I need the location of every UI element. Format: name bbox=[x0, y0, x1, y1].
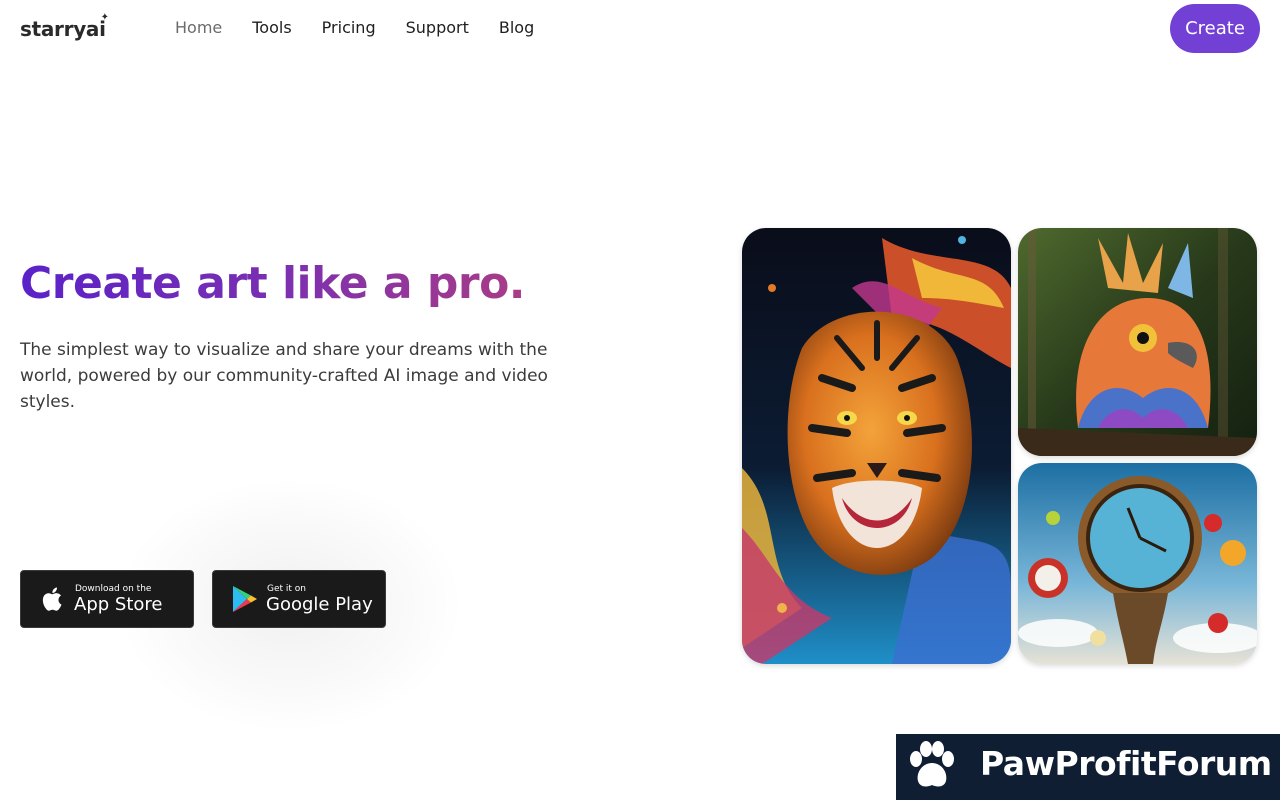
gallery-image-bird bbox=[1018, 228, 1257, 456]
nav-item-blog[interactable]: Blog bbox=[499, 18, 534, 37]
create-button[interactable]: Create bbox=[1170, 4, 1260, 53]
hero-subtitle: The simplest way to visualize and share … bbox=[20, 340, 548, 412]
logo-text: starryai bbox=[20, 17, 106, 41]
nav-item-pricing[interactable]: Pricing bbox=[322, 18, 376, 37]
hero-title: Create art like a pro. bbox=[20, 258, 526, 309]
watermark-text: PawProfitForum bbox=[980, 744, 1272, 783]
main-nav: Home Tools Pricing Support Blog bbox=[175, 18, 534, 37]
sparkle-icon: ✦ bbox=[100, 12, 109, 23]
paw-icon bbox=[910, 741, 954, 787]
brand-logo[interactable]: starryai ✦ bbox=[20, 12, 109, 41]
gallery-image-tiger bbox=[742, 228, 1011, 664]
top-header: starryai ✦ Home Tools Pricing Support Blo… bbox=[0, 0, 1280, 58]
google-play-button[interactable]: Get it on Google Play bbox=[212, 570, 386, 628]
app-store-button[interactable]: Download on the App Store bbox=[20, 570, 194, 628]
nav-item-home[interactable]: Home bbox=[175, 18, 222, 37]
google-play-icon bbox=[233, 586, 257, 612]
google-play-small-label: Get it on bbox=[267, 584, 307, 594]
watermark-banner: PawProfitForum bbox=[896, 734, 1280, 800]
app-store-big-label: App Store bbox=[74, 594, 163, 615]
nav-item-tools[interactable]: Tools bbox=[252, 18, 291, 37]
google-play-big-label: Google Play bbox=[266, 594, 373, 615]
gallery-image-clock bbox=[1018, 463, 1257, 664]
app-store-small-label: Download on the bbox=[75, 584, 152, 594]
nav-item-support[interactable]: Support bbox=[406, 18, 469, 37]
apple-icon bbox=[42, 587, 62, 611]
